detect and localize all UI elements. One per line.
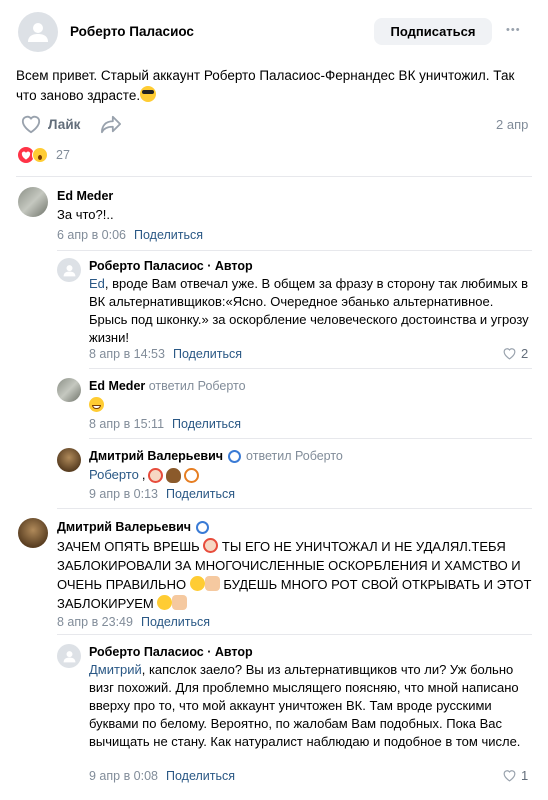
share-button[interactable]: Поделиться xyxy=(173,347,242,361)
comment-text: ЗАЧЕМ ОПЯТЬ ВРЕШЬ ТЫ ЕГО НЕ УНИЧТОЖАЛ И … xyxy=(57,538,532,611)
post-reactions[interactable]: 27 xyxy=(18,147,70,163)
like-count: 2 xyxy=(521,346,529,361)
wow-reaction-icon xyxy=(32,147,48,163)
more-options-button[interactable]: ••• xyxy=(506,24,521,36)
comment-author[interactable]: Ed Meder xyxy=(57,189,113,203)
comment-date[interactable]: 6 апр в 0:06 xyxy=(57,228,126,242)
comment-text: За что?!.. xyxy=(57,207,114,222)
comment-date[interactable]: 9 апр в 0:08 xyxy=(89,769,158,783)
heart-outline-icon xyxy=(503,348,516,360)
winking-emoji-icon xyxy=(157,595,173,610)
comment-meta: 9 апр в 0:08 Поделиться xyxy=(89,768,235,783)
comment-author[interactable]: Дмитрий Валерьевич xyxy=(57,520,191,534)
comment-date[interactable]: 8 апр в 14:53 xyxy=(89,347,165,361)
clown-emoji-icon xyxy=(148,467,164,483)
comment-author[interactable]: Дмитрий Валерьевич xyxy=(89,449,223,463)
reactions-count: 27 xyxy=(56,148,70,162)
comment-divider xyxy=(89,368,532,369)
post-text: Всем привет. Старый аккаунт Роберто Пала… xyxy=(16,68,515,103)
grinning-emoji-icon xyxy=(89,397,104,412)
comment-like-button[interactable]: 1 xyxy=(502,768,528,783)
comment-date[interactable]: 9 апр в 0:13 xyxy=(89,487,158,501)
clown-badge-icon xyxy=(228,449,242,463)
comment-author[interactable]: Роберто Паласиос · Автор xyxy=(89,259,253,273)
comment-like-button[interactable]: 2 xyxy=(502,346,528,361)
comment-divider xyxy=(57,634,532,635)
share-button[interactable]: Поделиться xyxy=(166,487,235,501)
comment-author-line: Ed Meder ответил Роберто xyxy=(89,379,246,393)
post-date[interactable]: 2 апр xyxy=(496,117,528,132)
comment-text: Ed, вроде Вам отвечал уже. В общем за фр… xyxy=(89,276,529,345)
user-placeholder-icon xyxy=(28,23,48,42)
share-button[interactable]: Поделиться xyxy=(166,769,235,783)
comment-author-line: Дмитрий Валерьевич xyxy=(57,520,210,534)
subscribe-label: Подписаться xyxy=(390,24,476,39)
share-button[interactable]: Поделиться xyxy=(141,615,210,629)
comment-author[interactable]: Роберто Паласиос · Автор xyxy=(89,645,253,659)
thumbs-up-emoji-icon xyxy=(172,595,188,610)
like-count: 1 xyxy=(521,768,529,783)
comment-date[interactable]: 8 апр в 23:49 xyxy=(57,615,133,629)
like-label: Лайк xyxy=(48,116,81,132)
post-author-avatar[interactable] xyxy=(18,12,58,52)
clown-emoji-icon xyxy=(203,538,219,553)
post-author-name[interactable]: Роберто Паласиос xyxy=(70,24,194,39)
mention-link[interactable]: Дмитрий xyxy=(89,662,142,677)
reply-to-label[interactable]: ответил Роберто xyxy=(246,449,343,463)
comment-avatar[interactable] xyxy=(57,258,81,282)
reply-to-label[interactable]: ответил Роберто xyxy=(149,379,246,393)
chicken-emoji-icon xyxy=(184,467,200,483)
share-button[interactable]: Поделиться xyxy=(172,417,241,431)
heart-outline-icon xyxy=(21,115,41,134)
clown-badge-icon xyxy=(196,520,210,534)
comment-date[interactable]: 8 апр в 15:11 xyxy=(89,417,164,431)
post-like-button[interactable]: Лайк xyxy=(20,114,80,134)
comment-avatar[interactable] xyxy=(57,448,81,472)
comment-divider xyxy=(57,250,532,251)
comment-divider xyxy=(89,438,532,439)
sunglasses-emoji-icon xyxy=(140,86,157,102)
heart-outline-icon xyxy=(503,770,516,782)
grinning-emoji-icon xyxy=(189,576,205,591)
comment-meta: 6 апр в 0:06 Поделиться xyxy=(57,227,203,242)
comment-avatar[interactable] xyxy=(57,378,81,402)
post-divider xyxy=(16,176,532,177)
comment-text: Дмитрий, капслок заело? Вы из альтернати… xyxy=(89,662,521,749)
mention-link[interactable]: Ed xyxy=(89,276,105,291)
comment-divider xyxy=(57,508,532,509)
comment-avatar[interactable] xyxy=(57,644,81,668)
comment-avatar[interactable] xyxy=(18,187,48,217)
poop-emoji-icon xyxy=(166,467,182,483)
subscribe-button[interactable]: Подписаться xyxy=(374,18,492,45)
user-placeholder-icon xyxy=(63,264,75,276)
mention-link[interactable]: Роберто xyxy=(89,466,139,484)
comment-meta: 9 апр в 0:13 Поделиться xyxy=(89,486,235,501)
comment-author-line: Дмитрий Валерьевич ответил Роберто xyxy=(89,449,343,463)
comment-meta: 8 апр в 15:11 Поделиться xyxy=(89,416,241,431)
comment-meta: 8 апр в 14:53 Поделиться xyxy=(89,346,242,361)
share-post-button[interactable] xyxy=(100,114,122,137)
comment-text: Роберто, xyxy=(89,466,200,484)
comment-meta: 8 апр в 23:49 Поделиться xyxy=(57,614,210,629)
user-placeholder-icon xyxy=(63,650,75,662)
share-button[interactable]: Поделиться xyxy=(134,228,203,242)
more-dots-icon: ••• xyxy=(506,24,521,36)
comment-author[interactable]: Ed Meder xyxy=(89,379,145,393)
thumbs-up-emoji-icon xyxy=(204,576,220,591)
share-arrow-icon xyxy=(101,115,121,134)
comment-avatar[interactable] xyxy=(18,518,48,548)
